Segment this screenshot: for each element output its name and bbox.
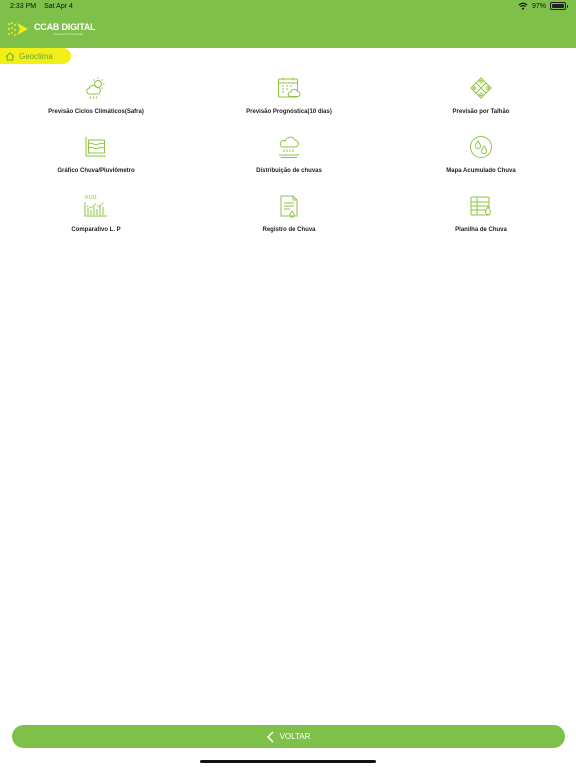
rain-chart-icon xyxy=(85,137,106,157)
calendar-cloud-icon xyxy=(278,77,301,98)
home-indicator xyxy=(200,760,376,763)
droplets-map-icon xyxy=(470,136,492,158)
menu-item-label: Gráfico Chuva/Pluviômetro xyxy=(57,168,135,174)
menu-item-label: Previsão Ciclos Climáticos(Safra) xyxy=(48,109,144,115)
rain-record-icon xyxy=(280,195,298,218)
rain-cloud-icon xyxy=(279,136,299,158)
svg-text:0101: 0101 xyxy=(85,195,97,201)
menu-item-label: Planilha de Chuva xyxy=(455,227,507,233)
cloud-sun-icon xyxy=(86,77,105,99)
menu-item-label: Previsão Prognóstica(10 dias) xyxy=(246,109,332,115)
battery-fill xyxy=(552,4,564,8)
menu-item-label: Mapa Acumulado Chuva xyxy=(446,168,516,174)
status-time: 2:33 PM xyxy=(10,3,37,10)
menu-item-comparativo[interactable]: 0101 Comparativo L. P xyxy=(0,193,192,240)
chevron-left-icon xyxy=(266,730,274,743)
menu-item-distribuicao-chuvas[interactable]: Distribuição de chuvas xyxy=(192,134,386,181)
menu-item-label: Distribuição de chuvas xyxy=(256,168,322,174)
menu-item-previsao-talhao[interactable]: Previsão por Talhão xyxy=(386,75,576,122)
status-right: 97% xyxy=(518,2,568,10)
logo-text: CCAB DIGITAL xyxy=(34,21,96,32)
menu-item-label: Registro de Chuva xyxy=(262,227,316,233)
menu-item-planilha-chuva[interactable]: Planilha de Chuva xyxy=(386,193,576,240)
menu-item-previsao-ciclos[interactable]: Previsão Ciclos Climáticos(Safra) xyxy=(0,75,192,122)
status-date: Sat Apr 4 xyxy=(44,3,73,10)
breadcrumb-label: Geoclima xyxy=(19,51,53,61)
wifi-icon xyxy=(518,2,528,10)
logo-wordmark: CCAB DIGITAL Powered by Geoferas xyxy=(34,21,96,36)
logo-subtext: Powered by Geoferas xyxy=(54,31,84,36)
menu-grid: Previsão Ciclos Climáticos(Safra) Previs… xyxy=(0,75,576,240)
breadcrumb-geoclima[interactable]: Geoclima xyxy=(0,48,71,64)
menu-item-label: Comparativo L. P xyxy=(71,227,121,233)
rain-sheet-icon xyxy=(470,196,492,216)
menu-item-previsao-prognostica[interactable]: Previsão Prognóstica(10 dias) xyxy=(192,75,386,122)
battery-percent: 97% xyxy=(531,2,546,10)
menu-item-grafico-chuva[interactable]: Gráfico Chuva/Pluviômetro xyxy=(0,134,192,181)
battery-icon xyxy=(550,2,568,10)
menu-item-label: Previsão por Talhão xyxy=(452,109,510,115)
menu-item-mapa-acumulado[interactable]: Mapa Acumulado Chuva xyxy=(386,134,576,181)
back-button[interactable]: VOLTAR xyxy=(12,725,565,748)
app-header: 2:33 PM Sat Apr 4 97% CCAB DIGITAL Power… xyxy=(0,0,576,48)
menu-item-registro-chuva[interactable]: Registro de Chuva xyxy=(192,193,386,240)
status-left: 2:33 PM Sat Apr 4 xyxy=(10,3,73,10)
status-bar: 2:33 PM Sat Apr 4 97% xyxy=(0,0,576,14)
logo-mark-icon xyxy=(8,22,28,36)
back-button-label: VOLTAR xyxy=(279,732,311,741)
ccab-logo: CCAB DIGITAL Powered by Geoferas xyxy=(6,20,96,38)
field-plots-icon xyxy=(470,77,492,99)
comparison-chart-icon: 0101 xyxy=(84,195,107,217)
home-icon xyxy=(5,51,15,60)
